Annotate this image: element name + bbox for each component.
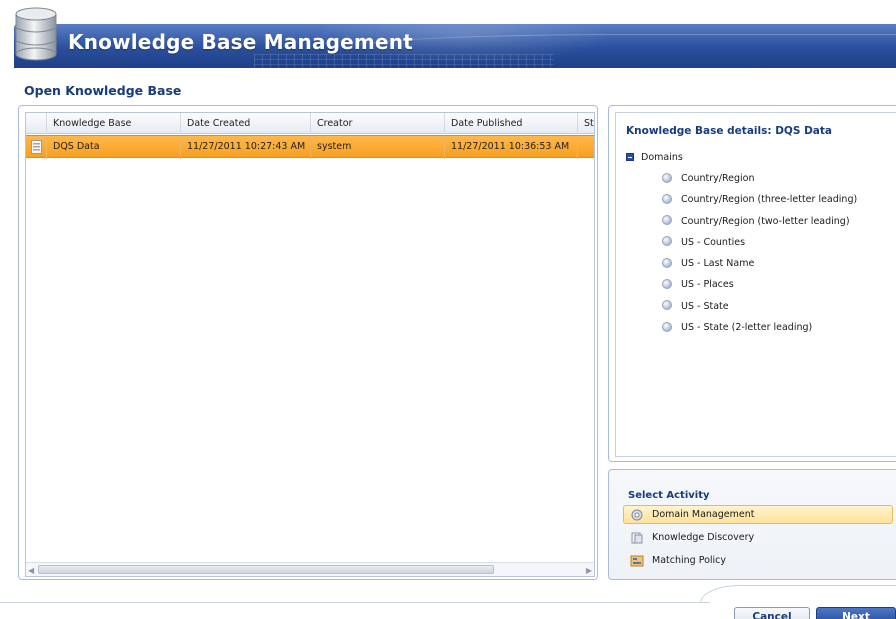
footer-divider-curve [700,585,760,603]
header-banner: Knowledge Base Management [0,0,896,68]
footer-divider [0,602,710,603]
cell-creator[interactable]: system [311,136,445,159]
domain-item[interactable]: US - State [662,296,857,317]
table-row[interactable]: DQS Data 11/27/2011 10:27:43 AM system 1… [26,135,594,159]
horizontal-scrollbar[interactable]: ◀ ▶ [26,562,594,576]
knowledge-discovery-icon [631,532,643,544]
domain-item[interactable]: Country/Region (two-letter leading) [662,211,857,232]
knowledge-base-grid-panel: Knowledge Base Date Created Creator Date… [18,105,598,580]
domain-icon [662,193,672,204]
domain-list: Country/Region Country/Region (three-let… [662,168,857,338]
scroll-right-icon[interactable]: ▶ [586,566,592,575]
column-header-status[interactable]: Sta [578,113,594,134]
banner-title: Knowledge Base Management [68,30,413,54]
column-header-knowledge-base[interactable]: Knowledge Base [47,113,181,134]
column-header-date-published[interactable]: Date Published [445,113,578,134]
domain-item[interactable]: Country/Region [662,168,857,189]
details-title: Knowledge Base details: DQS Data [626,125,832,137]
domain-icon [662,172,672,183]
knowledge-base-details-panel: Knowledge Base details: DQS Data Domains… [608,105,896,462]
domain-item[interactable]: US - Last Name [662,253,857,274]
activity-domain-management[interactable]: Domain Management [623,505,893,524]
domain-item[interactable]: US - Counties [662,232,857,253]
matching-policy-icon [630,555,644,567]
database-icon [15,7,57,61]
cell-date-published[interactable]: 11/27/2011 10:36:53 AM [445,136,578,159]
cancel-button[interactable]: Cancel [734,607,810,619]
domain-icon [662,236,672,247]
next-button[interactable]: Next [816,607,896,619]
domain-icon [662,278,672,289]
scroll-left-icon[interactable]: ◀ [28,566,34,575]
activity-knowledge-discovery[interactable]: Knowledge Discovery [623,528,893,547]
row-selector-header [26,113,47,134]
scrollbar-thumb[interactable] [38,565,494,574]
cell-status[interactable] [578,136,594,159]
details-content: Knowledge Base details: DQS Data Domains… [615,112,896,457]
cell-knowledge-base[interactable]: DQS Data [47,136,181,159]
knowledge-base-grid: Knowledge Base Date Created Creator Date… [25,112,595,577]
column-header-date-created[interactable]: Date Created [181,113,311,134]
footer-divider-right [758,585,896,586]
domain-icon [662,300,672,311]
domain-icon [662,215,672,226]
select-activity-panel: Select Activity Domain Management Knowle… [608,469,896,580]
row-indicator-icon [31,140,42,154]
cell-date-created[interactable]: 11/27/2011 10:27:43 AM [181,136,311,159]
grid-header: Knowledge Base Date Created Creator Date… [26,113,594,134]
activity-matching-policy[interactable]: Matching Policy [623,551,893,570]
domain-item[interactable]: US - State (2-letter leading) [662,317,857,338]
domain-item[interactable]: Country/Region (three-letter leading) [662,189,857,210]
collapse-icon[interactable] [626,152,634,161]
activity-title: Select Activity [628,490,710,501]
domain-icon [662,321,672,332]
domain-icon [662,257,672,268]
tree-root-label: Domains [641,152,683,163]
column-header-creator[interactable]: Creator [311,113,445,134]
row-selector[interactable] [26,136,47,159]
page-title: Open Knowledge Base [24,83,182,98]
domain-management-icon [631,509,643,521]
domain-item[interactable]: US - Places [662,274,857,295]
tree-root-domains[interactable]: Domains [626,151,683,165]
